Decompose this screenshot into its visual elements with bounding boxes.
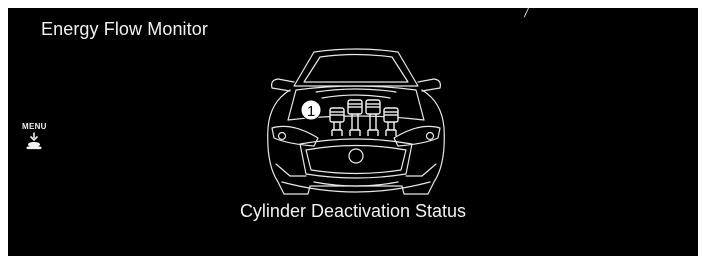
car-front-icon: 1	[267, 48, 445, 195]
cylinder-4-icon	[383, 107, 399, 136]
cylinder-2-icon	[347, 99, 363, 136]
menu-press-icon	[26, 132, 42, 150]
decorative-stroke	[523, 8, 534, 18]
callout-marker: 1	[300, 99, 322, 121]
cylinder-1-icon	[329, 107, 345, 136]
menu-label: MENU	[22, 122, 47, 131]
display-screen: Energy Flow Monitor MENU 1 Cylinder Deac…	[8, 8, 698, 256]
callout-number: 1	[307, 103, 315, 120]
menu-button[interactable]: MENU	[22, 122, 46, 156]
screen-title: Energy Flow Monitor	[41, 19, 208, 39]
cylinder-3-icon	[365, 99, 381, 136]
status-caption: Cylinder Deactivation Status	[239, 201, 467, 221]
